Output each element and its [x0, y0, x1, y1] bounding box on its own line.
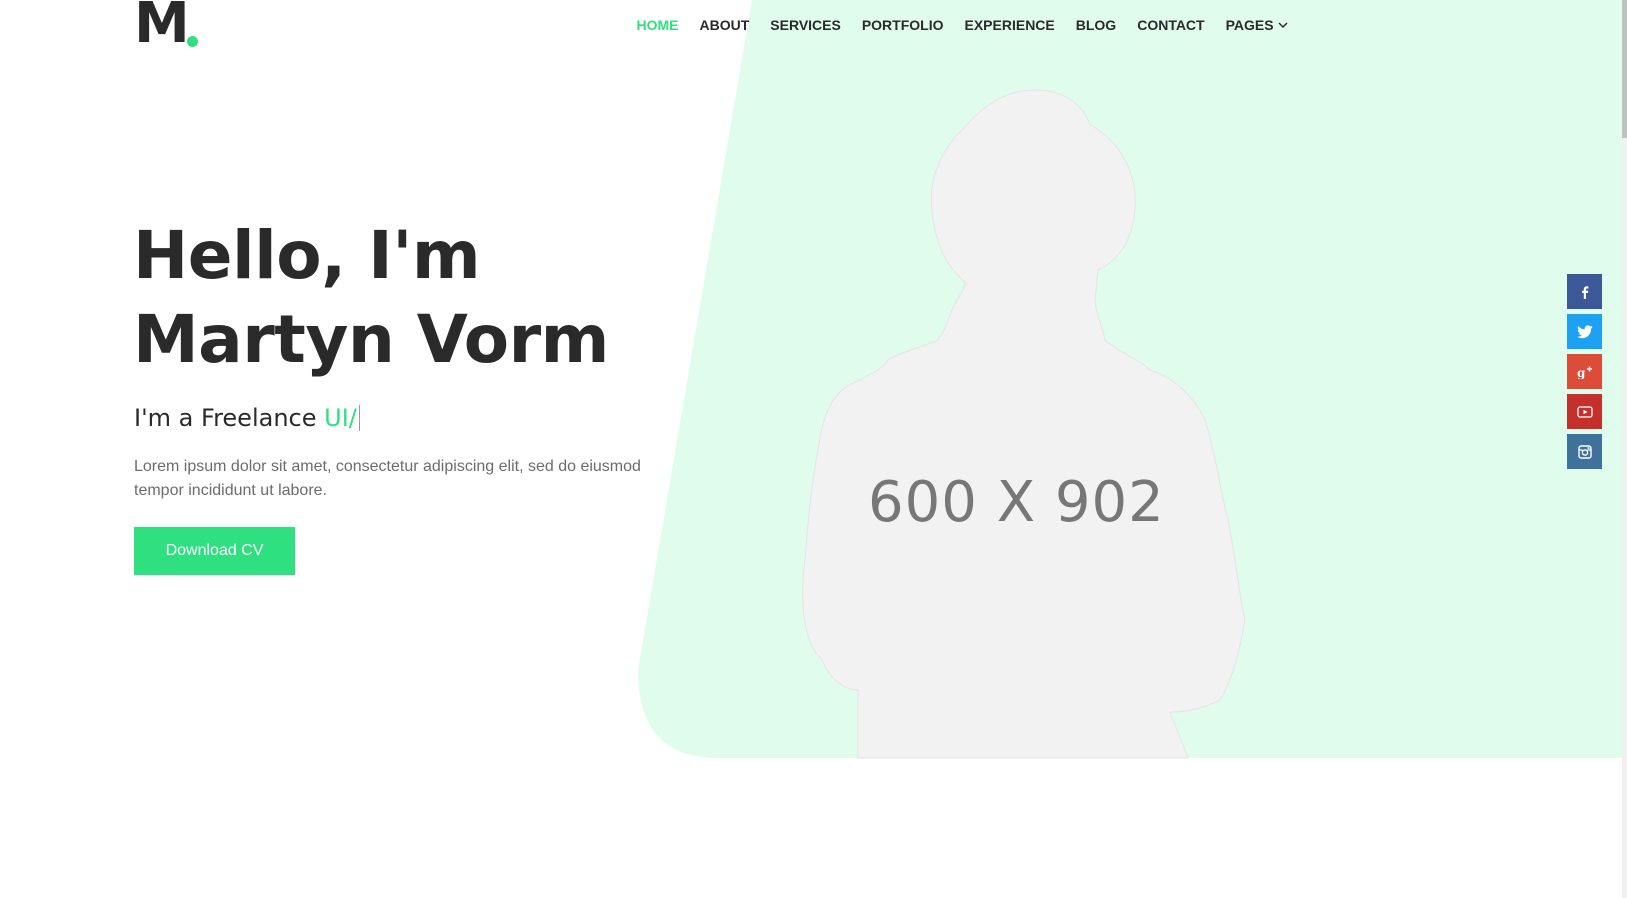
- image-placeholder-label: 600 X 902: [868, 470, 1165, 535]
- hero-description: Lorem ipsum dolor sit amet, consectetur …: [134, 458, 641, 499]
- instagram-button[interactable]: [1567, 434, 1602, 469]
- download-cv-button[interactable]: Download CV: [134, 527, 295, 575]
- google-plus-icon: g: [1577, 366, 1592, 379]
- nav-pages-label: PAGES: [1225, 17, 1274, 33]
- nav-home[interactable]: HOME: [626, 16, 689, 34]
- chevron-down-icon: [1278, 22, 1288, 29]
- nav-portfolio[interactable]: PORTFOLIO: [851, 16, 954, 34]
- youtube-button[interactable]: [1567, 394, 1602, 429]
- typing-cursor: [358, 405, 360, 431]
- nav-pages[interactable]: PAGES: [1215, 16, 1298, 34]
- hero-background-shape: [638, 0, 1622, 758]
- google-plus-button[interactable]: g: [1567, 354, 1602, 389]
- logo-letter: M: [134, 0, 190, 56]
- nav-experience[interactable]: EXPERIENCE: [954, 16, 1065, 34]
- scrollbar-thumb[interactable]: [1622, 0, 1627, 138]
- facebook-icon: [1581, 285, 1588, 299]
- nav-services[interactable]: SERVICES: [760, 16, 852, 34]
- nav-about[interactable]: ABOUT: [689, 16, 760, 34]
- hero-subtitle-typed: UI/: [324, 404, 357, 432]
- nav-blog[interactable]: BLOG: [1065, 16, 1126, 34]
- twitter-button[interactable]: [1567, 314, 1602, 349]
- facebook-button[interactable]: [1567, 274, 1602, 309]
- instagram-icon: [1577, 444, 1592, 459]
- svg-text:g: g: [1577, 366, 1586, 379]
- nav-contact[interactable]: CONTACT: [1127, 16, 1215, 34]
- hero-title-line1: Hello, I'm: [133, 217, 481, 294]
- logo-dot: [187, 36, 198, 47]
- hero-subtitle: I'm a Freelance UI/: [134, 404, 360, 432]
- main-nav: HOME ABOUT SERVICES PORTFOLIO EXPERIENCE…: [626, 16, 1298, 34]
- hero-subtitle-prefix: I'm a Freelance: [134, 404, 325, 432]
- twitter-icon: [1576, 324, 1592, 338]
- page: 600 X 902 M HOME ABOUT SERVICES PORTFOLI…: [0, 0, 1627, 898]
- page-scrollbar[interactable]: [1622, 0, 1627, 898]
- youtube-icon: [1576, 405, 1593, 418]
- hero-title-line2: Martyn Vorm: [133, 301, 609, 378]
- social-sidebar: g: [1567, 274, 1602, 469]
- site-logo[interactable]: M: [134, 0, 190, 52]
- hero-title: Hello, I'm Martyn Vorm: [133, 214, 609, 382]
